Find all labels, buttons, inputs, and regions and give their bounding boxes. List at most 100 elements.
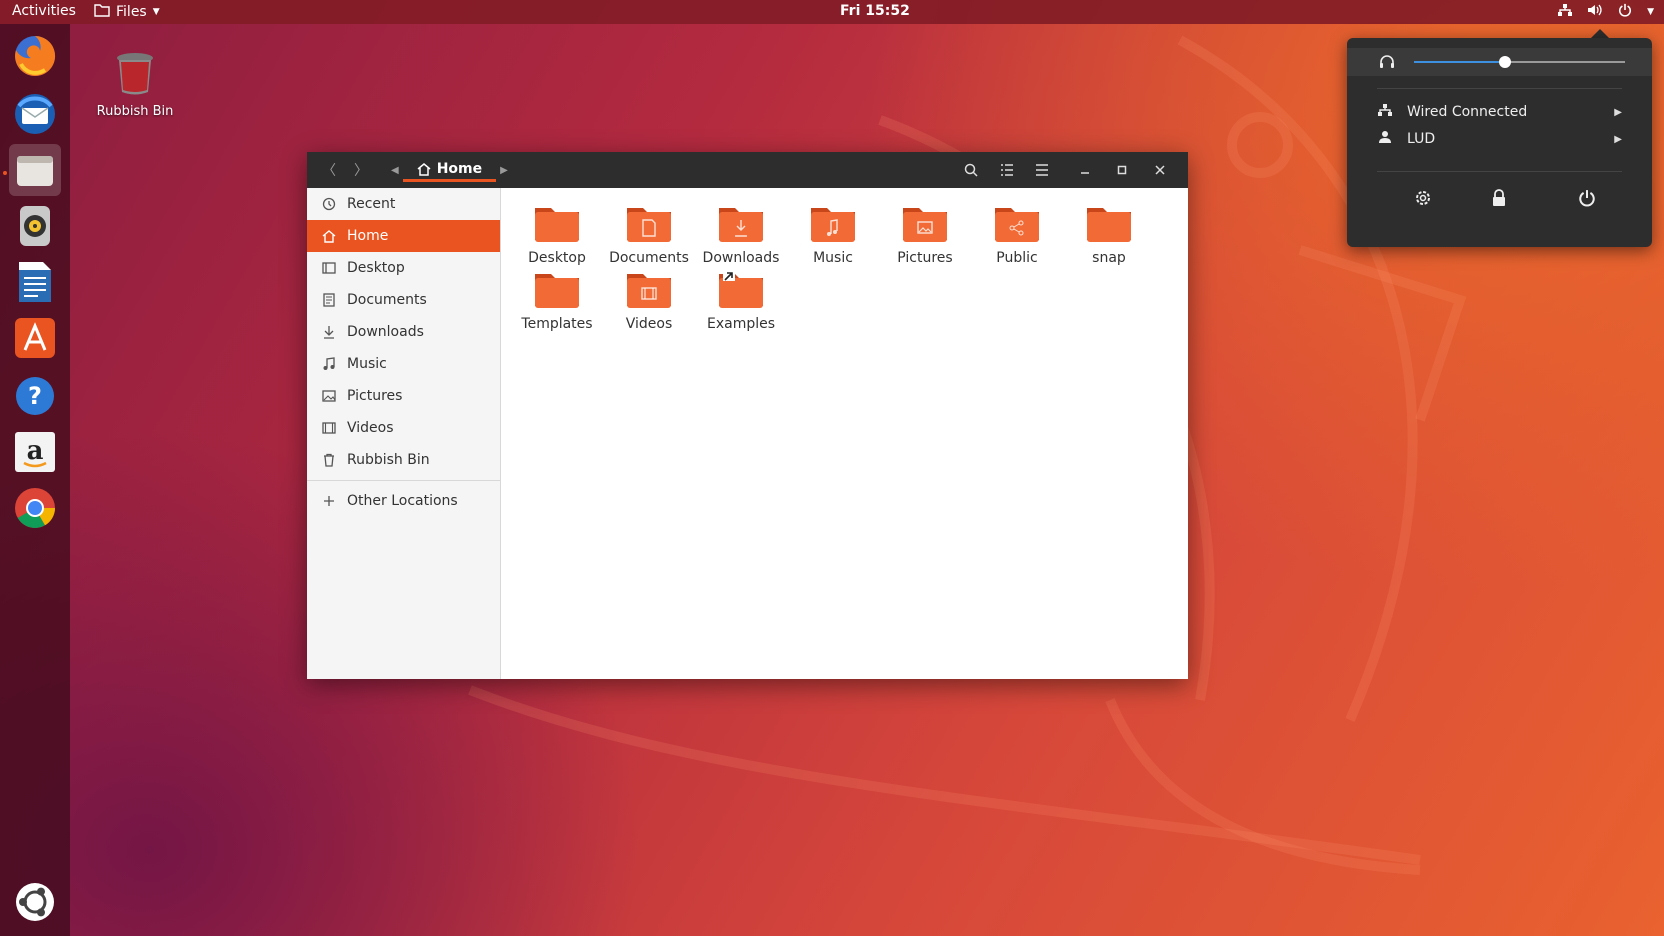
documents-icon bbox=[321, 292, 337, 308]
volume-slider[interactable] bbox=[1414, 56, 1625, 68]
folder-icon bbox=[535, 274, 579, 308]
back-button[interactable]: 〈 bbox=[319, 160, 339, 180]
close-button[interactable] bbox=[1150, 160, 1170, 180]
trash-icon bbox=[117, 53, 153, 95]
clock[interactable]: Fri 15:52 bbox=[840, 3, 910, 19]
network-icon bbox=[1377, 103, 1393, 121]
sidebar-item-label: Home bbox=[347, 228, 389, 244]
sidebar-item-rubbish-bin[interactable]: Rubbish Bin bbox=[307, 444, 500, 476]
system-actions bbox=[1347, 186, 1652, 210]
folder-videos[interactable]: Videos bbox=[603, 268, 695, 332]
user-menu-item[interactable]: LUD ▶ bbox=[1377, 128, 1622, 150]
folder-desktop[interactable]: Desktop bbox=[511, 202, 603, 266]
dock-files[interactable] bbox=[9, 144, 61, 196]
forward-button[interactable]: 〉 bbox=[351, 160, 371, 180]
view-toggle-button[interactable] bbox=[997, 160, 1017, 180]
sidebar-item-label: Recent bbox=[347, 196, 396, 212]
network-label: Wired Connected bbox=[1407, 104, 1528, 120]
network-icon[interactable] bbox=[1557, 3, 1573, 21]
desktop-trash[interactable]: Rubbish Bin bbox=[90, 50, 180, 119]
dock-amazon[interactable]: a bbox=[9, 426, 61, 478]
folder-icon bbox=[1087, 208, 1131, 242]
folder-icon bbox=[535, 208, 579, 242]
videos-icon bbox=[321, 420, 337, 436]
power-icon[interactable] bbox=[1617, 3, 1633, 21]
breadcrumb-right-arrow[interactable]: ▶ bbox=[500, 165, 508, 176]
list-view-icon bbox=[1001, 164, 1013, 176]
sidebar-item-music[interactable]: Music bbox=[307, 348, 500, 380]
folder-public[interactable]: Public bbox=[971, 202, 1063, 266]
folder-pictures[interactable]: Pictures bbox=[879, 202, 971, 266]
sidebar-item-other-locations[interactable]: Other Locations bbox=[307, 485, 500, 517]
downloads-icon bbox=[321, 324, 337, 340]
svg-text:?: ? bbox=[28, 382, 42, 410]
dock-chrome[interactable] bbox=[9, 482, 61, 534]
folder-templates[interactable]: Templates bbox=[511, 268, 603, 332]
volume-icon[interactable] bbox=[1587, 3, 1603, 21]
folder-music[interactable]: Music bbox=[787, 202, 879, 266]
search-button[interactable] bbox=[961, 160, 981, 180]
system-menu: Wired Connected ▶ LUD ▶ bbox=[1347, 38, 1652, 247]
folder-label: Examples bbox=[706, 316, 776, 332]
sidebar-item-desktop[interactable]: Desktop bbox=[307, 252, 500, 284]
user-label: LUD bbox=[1407, 131, 1436, 147]
chevron-right-icon: ▶ bbox=[1614, 133, 1622, 145]
folder-label: Public bbox=[996, 250, 1038, 266]
power-off-button[interactable] bbox=[1575, 186, 1599, 210]
dock-writer[interactable] bbox=[9, 256, 61, 308]
ubuntu-show-apps-icon bbox=[16, 883, 54, 921]
header-bar: 〈 〉 ◀ Home ▶ bbox=[307, 152, 1188, 188]
dock-thunderbird[interactable] bbox=[9, 88, 61, 140]
sidebar-item-recent[interactable]: Recent bbox=[307, 188, 500, 220]
volume-slider-fill bbox=[1414, 61, 1505, 63]
menu-button[interactable] bbox=[1032, 160, 1052, 180]
folder-icon bbox=[94, 3, 110, 21]
top-bar: Activities Files ▼ Fri 15:52 ▼ bbox=[0, 0, 1664, 24]
sidebar: Recent Home Desktop Documents Downloads … bbox=[307, 188, 501, 679]
folder-icon bbox=[995, 208, 1039, 242]
sidebar-item-home[interactable]: Home bbox=[307, 220, 500, 252]
thunderbird-icon bbox=[15, 94, 55, 134]
sidebar-item-label: Other Locations bbox=[347, 493, 458, 509]
dock-software[interactable] bbox=[9, 312, 61, 364]
volume-slider-handle[interactable] bbox=[1498, 56, 1511, 68]
maximize-icon bbox=[1117, 165, 1127, 175]
folder-label: Desktop bbox=[528, 250, 586, 266]
folder-snap[interactable]: snap bbox=[1063, 202, 1155, 266]
running-indicator bbox=[3, 171, 7, 175]
sidebar-item-documents[interactable]: Documents bbox=[307, 284, 500, 316]
help-icon: ? bbox=[16, 377, 54, 415]
chevron-right-icon: ▶ bbox=[1614, 106, 1622, 118]
folder-documents[interactable]: Documents bbox=[603, 202, 695, 266]
activities-button[interactable]: Activities bbox=[12, 3, 76, 19]
settings-button[interactable] bbox=[1411, 186, 1435, 210]
sidebar-item-pictures[interactable]: Pictures bbox=[307, 380, 500, 412]
chevron-down-icon: ▼ bbox=[152, 7, 160, 17]
app-menu[interactable]: Files ▼ bbox=[94, 3, 160, 21]
power-icon bbox=[1579, 190, 1595, 207]
lock-button[interactable] bbox=[1487, 186, 1511, 210]
dock-help[interactable]: ? bbox=[9, 370, 61, 422]
network-menu-item[interactable]: Wired Connected ▶ bbox=[1377, 101, 1622, 123]
dock-firefox[interactable] bbox=[9, 30, 61, 82]
breadcrumb-label: Home bbox=[436, 160, 483, 177]
show-applications-button[interactable] bbox=[9, 876, 61, 928]
popup-divider bbox=[1377, 171, 1622, 172]
maximize-button[interactable] bbox=[1112, 160, 1132, 180]
sidebar-item-videos[interactable]: Videos bbox=[307, 412, 500, 444]
breadcrumb-home[interactable]: Home bbox=[402, 158, 497, 182]
folder-downloads[interactable]: Downloads bbox=[695, 202, 787, 266]
folder-label: Pictures bbox=[897, 250, 953, 266]
minimize-button[interactable] bbox=[1075, 160, 1095, 180]
app-menu-label: Files bbox=[116, 4, 147, 20]
sidebar-item-label: Documents bbox=[347, 292, 427, 308]
software-center-icon bbox=[15, 318, 55, 358]
file-view: Desktop Documents Downloads Music Pictures Pu… bbox=[501, 188, 1188, 679]
breadcrumb-left-arrow[interactable]: ◀ bbox=[391, 165, 399, 176]
sidebar-item-label: Downloads bbox=[347, 324, 424, 340]
chevron-left-icon: 〈 bbox=[322, 163, 336, 179]
sidebar-item-downloads[interactable]: Downloads bbox=[307, 316, 500, 348]
dock-rhythmbox[interactable] bbox=[9, 200, 61, 252]
system-tray[interactable]: ▼ bbox=[1557, 3, 1654, 21]
folder-examples[interactable]: Examples bbox=[695, 268, 787, 332]
